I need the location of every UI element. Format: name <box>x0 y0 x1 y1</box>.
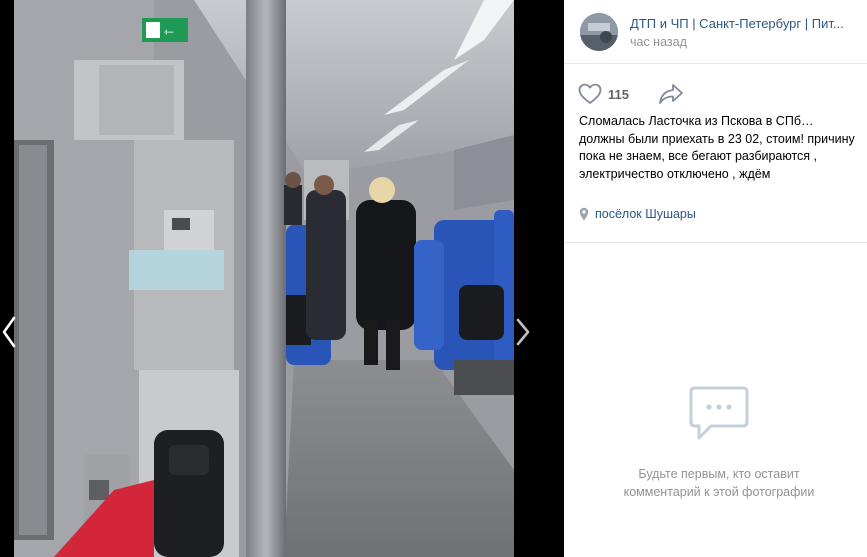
avatar-image <box>580 13 618 51</box>
post-info-panel: ДТП и ЧП | Санкт-Петербург | Пит... час … <box>564 0 867 557</box>
section-divider <box>564 242 867 243</box>
post-time[interactable]: час назад <box>630 35 687 49</box>
share-button[interactable] <box>658 83 684 105</box>
chevron-left-icon <box>2 316 16 348</box>
chevron-right-icon <box>516 318 530 346</box>
previous-photo-button[interactable] <box>0 312 30 352</box>
train-interior-photo[interactable]: ⇽ <box>14 0 514 557</box>
no-comments-message: Будьте первым, кто оставит комментарий к… <box>594 465 844 501</box>
svg-text:⇽: ⇽ <box>164 25 174 39</box>
photo-viewer: ⇽ <box>0 0 564 557</box>
heart-outline-icon <box>578 83 602 104</box>
no-comments-line-2: комментарий к этой фотографии <box>623 485 815 499</box>
no-comments-line-1: Будьте первым, кто оставит <box>638 467 800 481</box>
share-arrow-icon <box>659 84 683 104</box>
like-count: 115 <box>608 86 629 102</box>
photo-image: ⇽ <box>14 0 514 557</box>
location-pin-icon <box>579 207 589 221</box>
group-avatar[interactable] <box>580 13 618 51</box>
comment-bubble-icon <box>687 384 751 446</box>
location-link[interactable]: посёлок Шушары <box>579 207 696 221</box>
next-photo-button[interactable] <box>510 312 540 352</box>
post-caption: Сломалась Ласточка из Пскова в СПб… долж… <box>579 114 855 181</box>
post-actions: 115 <box>564 64 867 108</box>
post-header: ДТП и ЧП | Санкт-Петербург | Пит... час … <box>564 0 867 64</box>
location-label: посёлок Шушары <box>595 207 696 221</box>
like-button[interactable]: 115 <box>578 82 629 106</box>
group-name-link[interactable]: ДТП и ЧП | Санкт-Петербург | Пит... <box>630 16 856 31</box>
